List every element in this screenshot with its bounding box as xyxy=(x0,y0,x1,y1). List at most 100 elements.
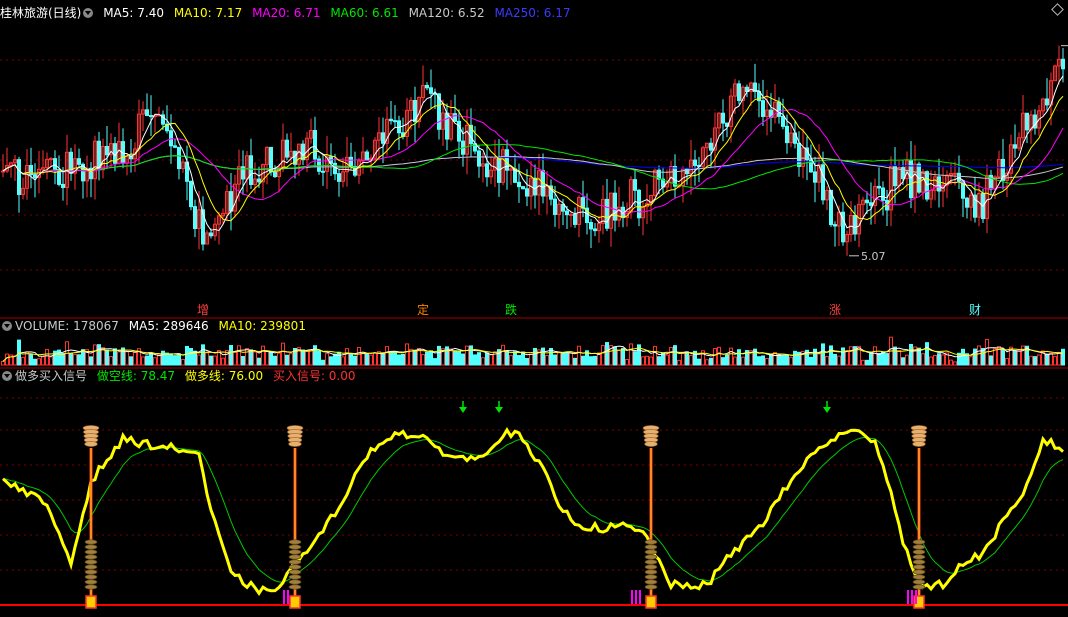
volume-bar xyxy=(1033,356,1037,366)
candle-body xyxy=(865,199,869,204)
volume-bar xyxy=(453,350,457,366)
volume-bar xyxy=(545,355,549,366)
tower-base-coil xyxy=(912,559,926,565)
volume-bar xyxy=(245,348,249,366)
event-marker: 涨 xyxy=(829,302,841,317)
volume-bar xyxy=(1029,355,1033,366)
volume-bar xyxy=(281,342,285,366)
volume-bar xyxy=(333,353,337,366)
volume-bar xyxy=(321,359,325,366)
volume-bar xyxy=(481,357,485,366)
volume-bar xyxy=(129,356,133,366)
candle-body xyxy=(393,120,397,123)
volume-bar xyxy=(833,353,837,366)
tower-base-coil xyxy=(84,559,98,565)
volume-bar xyxy=(557,352,561,366)
volume-bar xyxy=(221,357,225,366)
candle-body xyxy=(573,213,577,225)
volume-bar xyxy=(61,352,65,366)
volume-bar xyxy=(601,345,605,366)
volume-menu-icon[interactable] xyxy=(2,321,12,331)
volume-bar xyxy=(953,361,957,366)
volume-bar xyxy=(1053,355,1057,366)
tower-base-coil xyxy=(84,539,98,545)
volume-bar xyxy=(357,346,361,366)
candle-body xyxy=(505,149,509,171)
volume-bar xyxy=(657,356,661,366)
buy-signal-tower xyxy=(910,425,928,609)
volume-bar xyxy=(773,351,777,366)
volume-bar xyxy=(793,350,797,366)
volume-bar xyxy=(713,347,717,366)
candle-body xyxy=(477,150,481,167)
volume-bar xyxy=(249,349,253,366)
candle-body xyxy=(965,197,969,208)
volume-bar xyxy=(317,350,321,366)
volume-bar xyxy=(465,345,469,366)
volume-bar xyxy=(429,350,433,366)
volume-bar xyxy=(909,343,913,366)
tower-base-coil xyxy=(912,554,926,560)
volume-bar xyxy=(809,356,813,366)
volume-bar xyxy=(901,357,905,366)
tower-base-coil xyxy=(912,544,926,550)
candle-body xyxy=(673,165,677,187)
candle-body xyxy=(853,215,857,235)
tower-base-coil xyxy=(644,574,658,580)
tower-base-coil xyxy=(288,544,302,550)
volume-bar xyxy=(697,358,701,366)
candle-body xyxy=(901,167,905,180)
candle-body xyxy=(821,164,825,201)
volume-bar xyxy=(485,352,489,366)
sell-arrow-icon xyxy=(495,407,503,413)
candle-body xyxy=(881,187,885,201)
volume-bar xyxy=(421,354,425,366)
volume-bar xyxy=(905,354,909,366)
volume-bar xyxy=(513,351,517,366)
candle-body xyxy=(869,202,873,206)
candle-body xyxy=(149,115,153,118)
volume-bar xyxy=(689,355,693,366)
candle-body xyxy=(813,171,817,183)
volume-bar xyxy=(93,344,97,366)
volume-bar xyxy=(289,353,293,366)
candle-body xyxy=(877,185,881,189)
candle-body xyxy=(285,139,289,158)
volume-bar xyxy=(625,358,629,366)
volume-bar xyxy=(473,354,477,366)
candle-body xyxy=(1025,112,1029,131)
volume-bar xyxy=(141,356,145,366)
volume-bar xyxy=(821,343,825,366)
candle-body xyxy=(633,179,637,191)
volume-bar xyxy=(777,354,781,366)
volume-bar xyxy=(661,352,665,366)
volume-bar xyxy=(861,359,865,366)
signal-menu-icon[interactable] xyxy=(2,371,12,381)
tower-base-coil xyxy=(644,554,658,560)
candle-body xyxy=(953,172,957,175)
candle-body xyxy=(313,129,317,160)
volume-bar xyxy=(589,356,593,366)
signal-header: 做多买入信号 做空线: 78.47 做多线: 76.00 买入信号: 0.00 xyxy=(0,368,362,384)
signal-tick-III xyxy=(915,590,917,604)
indicator-menu-icon[interactable] xyxy=(83,8,94,18)
ma250-label: MA250: 6.17 xyxy=(494,6,571,20)
candle-body xyxy=(189,180,193,208)
tower-base-coil xyxy=(644,579,658,585)
candle-body xyxy=(429,87,433,94)
volume-bar xyxy=(925,342,929,366)
candle-body xyxy=(49,158,53,161)
volume-bar xyxy=(941,354,945,366)
event-marker: 跌 xyxy=(505,302,517,317)
volume-bar xyxy=(449,348,453,366)
volume-bar xyxy=(165,352,169,366)
tower-base-coil xyxy=(644,539,658,545)
volume-bar xyxy=(233,351,237,366)
volume-bar xyxy=(709,357,713,366)
signal-tick-III xyxy=(639,590,641,604)
tower-base-coil xyxy=(288,564,302,570)
volume-bar xyxy=(73,353,77,366)
tower-footing xyxy=(289,595,301,609)
tower-base-coil xyxy=(84,564,98,570)
candle-body xyxy=(737,83,741,101)
